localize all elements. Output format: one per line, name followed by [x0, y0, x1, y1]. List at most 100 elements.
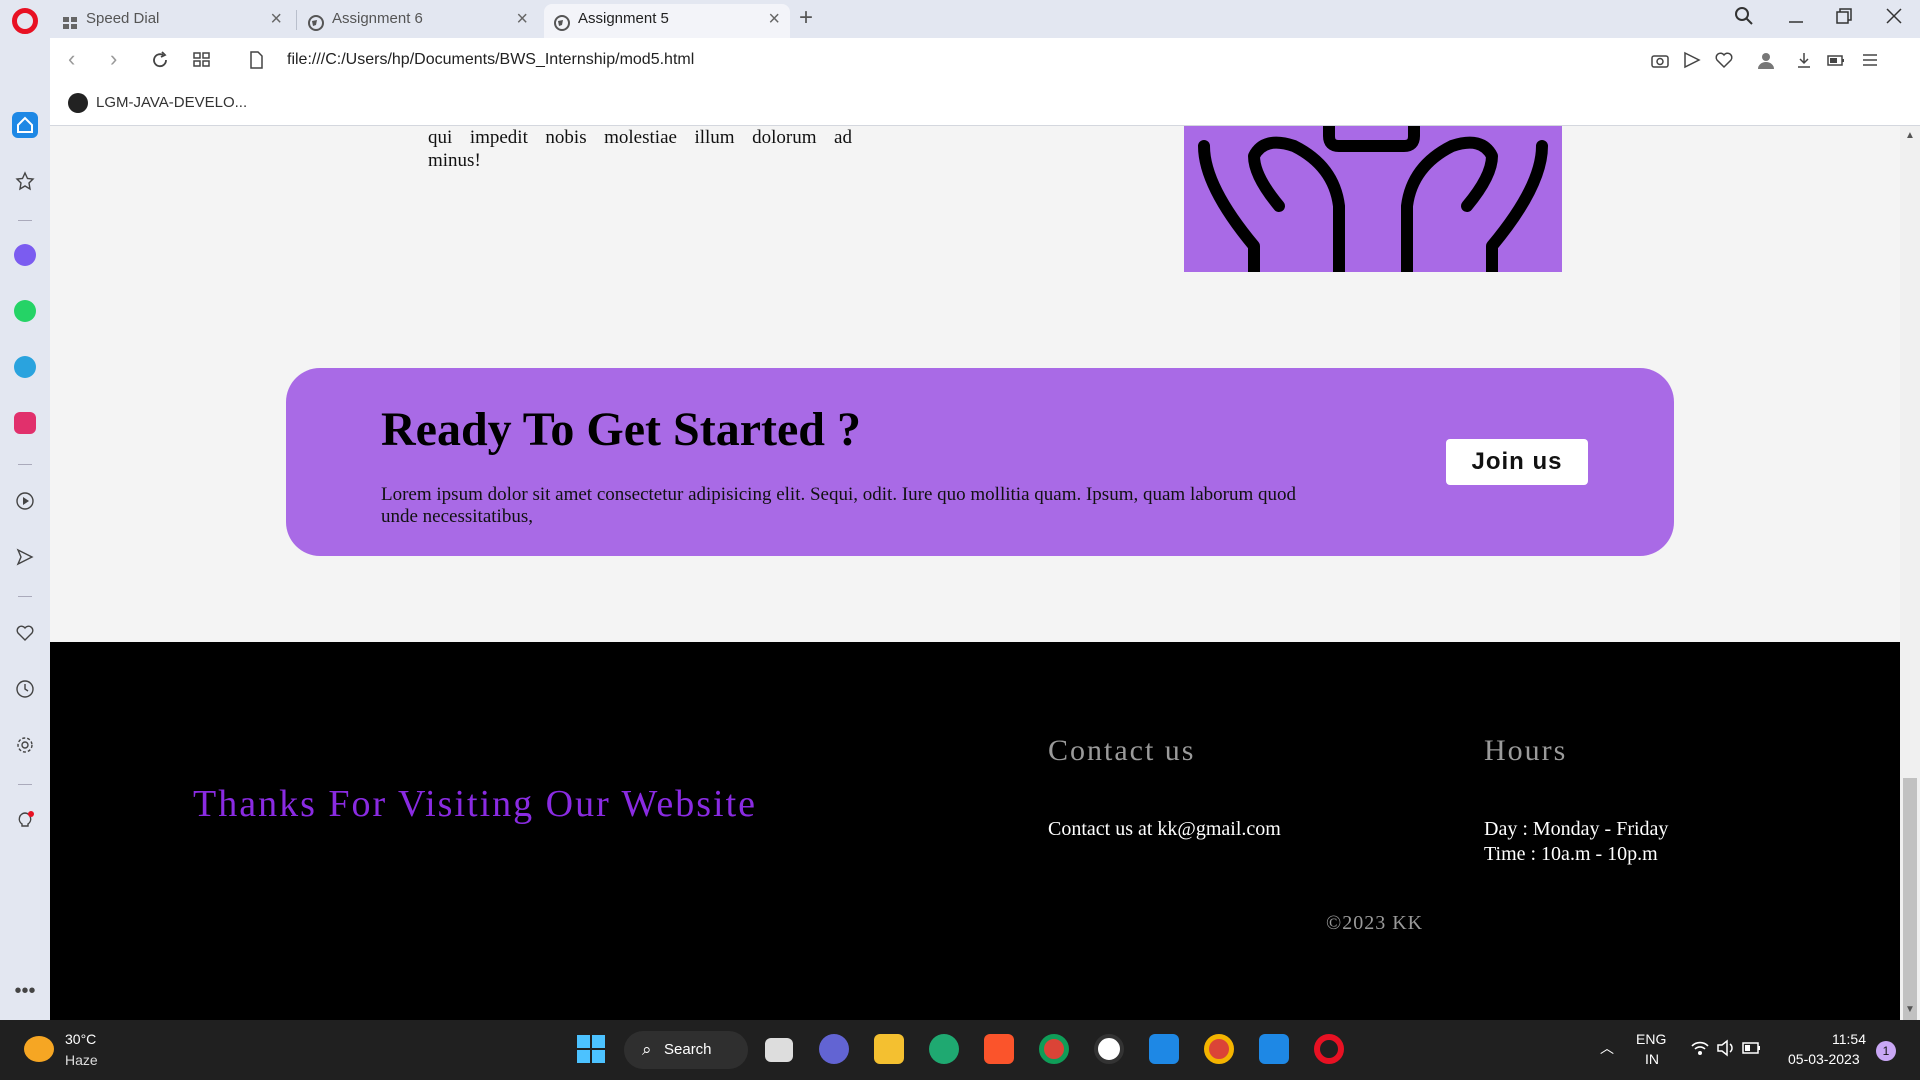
chevron-up-icon[interactable]: ︿	[1600, 1038, 1614, 1058]
copyright: ©2023 KK	[1326, 912, 1424, 934]
hours-time: Time : 10a.m - 10p.m	[1484, 843, 1658, 865]
opera-taskbar-icon[interactable]	[1314, 1034, 1344, 1064]
tab-speed-dial[interactable]: Speed Dial ×	[52, 4, 292, 38]
close-window-icon[interactable]	[1884, 6, 1904, 32]
chrome-profile-icon[interactable]	[1204, 1034, 1234, 1064]
restore-icon[interactable]	[1834, 6, 1854, 32]
clock-date[interactable]: 05-03-2023	[1788, 1051, 1860, 1067]
github-icon	[68, 93, 88, 113]
battery-icon[interactable]	[1742, 1040, 1762, 1059]
minimize-icon[interactable]	[1786, 6, 1806, 32]
contact-heading: Contact us	[1048, 734, 1196, 767]
forward-icon[interactable]: ›	[110, 46, 117, 72]
web-page: qui impedit nobis molestiae illum doloru…	[50, 126, 1900, 1020]
file-icon	[246, 50, 266, 70]
wifi-icon[interactable]	[1690, 1039, 1710, 1060]
tab-strip: Speed Dial × Assignment 6 × Assignment 5…	[0, 0, 1920, 38]
instagram-icon[interactable]	[14, 412, 36, 434]
intro-paragraph: qui impedit nobis molestiae illum doloru…	[428, 126, 852, 172]
brave-icon[interactable]	[984, 1034, 1014, 1064]
hands-illustration	[1184, 126, 1562, 272]
close-tab-icon[interactable]: ×	[516, 4, 528, 34]
taskbar-search[interactable]: ⌕ Search	[624, 1031, 748, 1069]
chat-icon[interactable]	[819, 1034, 849, 1064]
scroll-thumb[interactable]	[1903, 778, 1917, 1020]
battery-saver-icon[interactable]	[1826, 50, 1846, 70]
language-top[interactable]: ENG	[1636, 1031, 1666, 1047]
tab-assignment-5[interactable]: Assignment 5 ×	[544, 4, 790, 38]
download-icon[interactable]	[1794, 50, 1814, 70]
sidebar-divider	[18, 220, 32, 221]
task-view-icon[interactable]	[765, 1038, 793, 1062]
heart-icon[interactable]	[1714, 50, 1734, 70]
reload-icon[interactable]	[150, 50, 170, 70]
home-icon[interactable]	[12, 112, 38, 138]
tab-label: Assignment 5	[578, 10, 669, 27]
cta-title: Ready To Get Started ?	[381, 403, 861, 456]
paragraph-line: minus!	[428, 150, 481, 171]
weather-condition[interactable]: Haze	[65, 1052, 98, 1068]
opera-logo-icon[interactable]	[12, 8, 38, 34]
bookmark-item[interactable]: LGM-JAVA-DEVELO...	[68, 93, 248, 113]
sidebar-divider	[18, 784, 32, 785]
easy-setup-icon[interactable]	[1860, 50, 1880, 70]
paragraph-line: qui impedit nobis molestiae illum doloru…	[428, 127, 852, 148]
file-explorer-icon[interactable]	[874, 1034, 904, 1064]
taskbar: 30°C Haze ⌕ Search ︿ ENG IN 11:54 05-03-…	[0, 1020, 1920, 1080]
lightbulb-icon[interactable]	[12, 808, 38, 834]
sidebar: •••	[0, 38, 50, 1020]
globe-icon	[554, 12, 570, 31]
contact-text: Contact us at kk@gmail.com	[1048, 818, 1281, 840]
volume-icon[interactable]	[1716, 1039, 1736, 1060]
search-label: Search	[664, 1041, 712, 1058]
language-bottom[interactable]: IN	[1645, 1051, 1659, 1067]
close-tab-icon[interactable]: ×	[270, 4, 282, 34]
mail-icon[interactable]	[1149, 1034, 1179, 1064]
github-desktop-icon[interactable]	[1094, 1034, 1124, 1064]
profile-icon[interactable]	[1756, 50, 1776, 70]
thanks-message: Thanks For Visiting Our Website	[193, 783, 758, 825]
address-bar: ‹ › file:///C:/Users/hp/Documents/BWS_In…	[50, 38, 1920, 84]
page-scrollbar[interactable]: ▲ ▼	[1900, 126, 1920, 1020]
cta-banner: Ready To Get Started ? Lorem ipsum dolor…	[286, 368, 1674, 556]
weather-temperature[interactable]: 30°C	[65, 1031, 96, 1047]
close-tab-icon[interactable]: ×	[768, 4, 780, 34]
settings-gear-icon[interactable]	[12, 732, 38, 758]
tab-assignment-6[interactable]: Assignment 6 ×	[298, 4, 538, 38]
join-us-button[interactable]: Join us	[1446, 439, 1588, 485]
search-icon: ⌕	[642, 1040, 652, 1059]
globe-icon	[308, 12, 324, 31]
star-icon[interactable]	[12, 168, 38, 194]
scroll-up-icon[interactable]: ▲	[1905, 130, 1915, 141]
hours-days: Day : Monday - Friday	[1484, 818, 1669, 840]
scroll-down-icon[interactable]: ▼	[1905, 1004, 1915, 1015]
clock-time[interactable]: 11:54	[1832, 1031, 1866, 1047]
pinboard-heart-icon[interactable]	[12, 620, 38, 646]
search-tabs-icon[interactable]	[1734, 6, 1754, 32]
new-tab-icon[interactable]: +	[799, 4, 813, 32]
messenger-icon[interactable]	[14, 244, 36, 266]
speed-dial-icon	[62, 12, 78, 29]
weather-haze-icon[interactable]	[24, 1036, 54, 1062]
more-icon[interactable]: •••	[12, 978, 38, 1004]
bookmark-label: LGM-JAVA-DEVELO...	[96, 94, 248, 111]
tab-grid-icon[interactable]	[192, 50, 212, 70]
url-field[interactable]: file:///C:/Users/hp/Documents/BWS_Intern…	[287, 51, 694, 69]
player-icon[interactable]	[12, 488, 38, 514]
flow-send-icon[interactable]	[12, 544, 38, 570]
history-icon[interactable]	[12, 676, 38, 702]
whatsapp-icon[interactable]	[14, 300, 36, 322]
vscode-icon[interactable]	[1259, 1034, 1289, 1064]
footer: Thanks For Visiting Our Website Contact …	[50, 642, 1900, 1020]
back-icon[interactable]: ‹	[68, 46, 75, 72]
windows-start-icon[interactable]	[576, 1034, 606, 1064]
chrome-icon[interactable]	[1039, 1034, 1069, 1064]
send-icon[interactable]	[1682, 50, 1702, 70]
tab-separator	[296, 10, 297, 30]
telegram-icon[interactable]	[14, 356, 36, 378]
edge-icon[interactable]	[929, 1034, 959, 1064]
camera-icon[interactable]	[1650, 50, 1670, 70]
notification-badge[interactable]: 1	[1876, 1041, 1896, 1061]
tab-label: Assignment 6	[332, 10, 423, 27]
tab-label: Speed Dial	[86, 10, 160, 27]
